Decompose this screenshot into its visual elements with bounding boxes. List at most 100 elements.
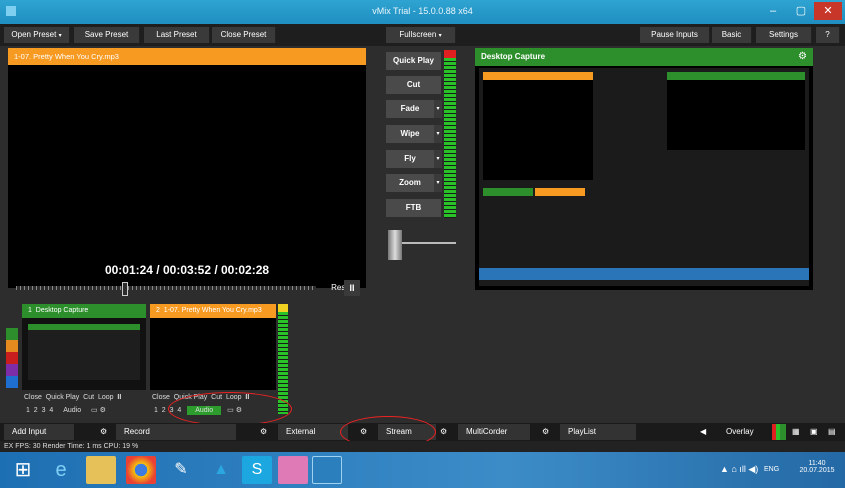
output-title: Desktop Capture [475,48,813,66]
playlist-button[interactable]: PlayList [560,424,636,440]
input-1-close[interactable]: Close [24,394,42,401]
zoom-button[interactable]: Zoom [386,174,434,192]
input-1-header: 1 Desktop Capture [22,304,146,318]
basic-button[interactable]: Basic [712,27,752,43]
chevron-down-icon: ▾ [438,33,442,39]
multicorder-button[interactable]: MultiCorder [458,424,530,440]
close-button[interactable]: ✕ [814,2,842,20]
file-explorer-icon[interactable] [86,456,116,484]
input-1-card[interactable]: 1 Desktop Capture [22,304,146,408]
language-indicator[interactable]: ENG [764,466,779,473]
fade-button[interactable]: Fade [386,100,434,118]
input-2-number: 2 [156,307,160,314]
input-2-ov1[interactable]: 1 [154,407,158,414]
preview-seek-bar[interactable] [16,286,316,290]
chrome-icon[interactable] [126,456,156,484]
input-1-loop[interactable]: Loop [98,394,114,401]
color-tag-purple[interactable] [6,364,18,376]
t-bar-slider[interactable] [388,230,456,260]
zoom-options-icon[interactable]: ▾ [434,174,442,192]
gear-icon[interactable]: ⚙ [100,407,106,414]
windows-start-icon[interactable]: ⊞ [8,456,38,484]
wipe-button[interactable]: Wipe [386,125,434,143]
preview-title: 1-07. Pretty When You Cry.mp3 [8,48,366,65]
wipe-options-icon[interactable]: ▾ [434,125,442,143]
input-2-ov2[interactable]: 2 [162,407,166,414]
record-button[interactable]: Record [116,424,236,440]
minimize-button[interactable]: – [760,2,786,20]
network-icon[interactable]: ▲ ⌂ ıll ◀) [720,464,758,475]
gear-icon[interactable]: ⚙ [260,424,272,440]
input-1-number: 1 [28,307,32,314]
input-1-quickplay[interactable]: Quick Play [46,394,79,401]
gear-icon[interactable]: ⚙ [542,424,554,440]
snapshot-icon[interactable]: ▣ [810,424,822,440]
chevron-down-icon: ▾ [58,33,62,39]
overlay-button[interactable]: Overlay [722,424,766,440]
window-title: vMix Trial - 15.0.0.88 x64 [372,6,473,16]
t-bar-handle[interactable] [388,230,402,260]
close-preset-button[interactable]: Close Preset [212,27,276,43]
pause-inputs-button[interactable]: Pause Inputs [640,27,710,43]
internet-explorer-icon[interactable]: e [46,456,76,484]
vlc-icon[interactable]: ▲ [206,456,236,484]
input-1-pause[interactable]: II [117,394,121,401]
tray-clock[interactable]: 11:40 20.07.2015 [792,460,842,474]
preview-panel: 1-07. Pretty When You Cry.mp3 00:01:24 /… [8,48,366,288]
audio-meter-icon[interactable] [772,424,786,440]
paint-icon[interactable]: ✎ [166,456,196,484]
input-1-ov1[interactable]: 1 [26,407,30,414]
input-2-close[interactable]: Close [152,394,170,401]
gear-icon[interactable]: ⚙ [440,424,452,440]
t-bar-track [394,242,456,244]
settings-button[interactable]: Settings [756,27,812,43]
master-vu-meter [444,50,456,218]
color-tag-red[interactable] [6,352,18,364]
save-preset-button[interactable]: Save Preset [74,27,140,43]
output-panel: Desktop Capture ⚙ [475,48,813,290]
speaker-icon[interactable]: ◀ [700,424,714,440]
input-color-sidebar [6,304,18,414]
input-1-ov4[interactable]: 4 [49,407,53,414]
grid-icon[interactable]: ▦ [792,424,804,440]
windows-taskbar: ⊞ e ✎ ▲ S ▲ ⌂ ıll ◀) ENG 11:40 20.07.201… [0,452,845,488]
fly-options-icon[interactable]: ▾ [434,150,442,168]
preview-timecode: 00:01:24 / 00:03:52 / 00:02:28 [104,263,270,277]
cut-button[interactable]: Cut [386,76,441,94]
input-2-thumbnail [150,318,276,390]
last-preset-button[interactable]: Last Preset [144,27,210,43]
color-tag-orange[interactable] [6,340,18,352]
vu-peak-red [444,50,456,58]
color-tag-green[interactable] [6,328,18,340]
input-1-audio[interactable]: Audio [63,407,81,414]
vmix-window: vMix Trial - 15.0.0.88 x64 – ▢ ✕ Open Pr… [0,0,845,488]
monitor-icon[interactable]: ▭ [91,407,98,414]
add-input-button[interactable]: Add Input [4,424,74,440]
gear-icon[interactable]: ⚙ [100,424,112,440]
output-desktop-preview [479,68,809,286]
fly-button[interactable]: Fly [386,150,434,168]
help-button[interactable]: ? [816,27,840,43]
open-preset-button[interactable]: Open Preset ▾ [4,27,70,43]
ftb-button[interactable]: FTB [386,199,441,217]
fade-options-icon[interactable]: ▾ [434,100,442,118]
quick-play-button[interactable]: Quick Play [386,52,441,70]
color-tag-blue[interactable] [6,376,18,388]
fullscreen-button[interactable]: Fullscreen ▾ [386,27,456,43]
input-1-subcontrols: 1 2 3 4 Audio ▭ ⚙ [26,406,150,414]
input-1-ov3[interactable]: 3 [42,407,46,414]
maximize-button[interactable]: ▢ [788,2,814,20]
input-2-header: 2 1-07. Pretty When You Cry.mp3 [150,304,276,318]
skype-icon[interactable]: S [242,456,272,484]
vmix-taskbar-icon[interactable] [312,456,342,484]
input-1-ov2[interactable]: 2 [34,407,38,414]
seek-handle[interactable] [122,282,128,296]
gear-icon[interactable]: ⚙ [798,51,807,63]
tray-time: 11:40 [808,460,826,467]
title-bar: vMix Trial - 15.0.0.88 x64 – ▢ ✕ [0,0,845,24]
remote-app-icon[interactable] [278,456,308,484]
input-1-cut[interactable]: Cut [83,394,94,401]
lock-icon[interactable]: ▤ [828,424,840,440]
external-button[interactable]: External [278,424,348,440]
pause-button[interactable]: II [344,280,360,296]
